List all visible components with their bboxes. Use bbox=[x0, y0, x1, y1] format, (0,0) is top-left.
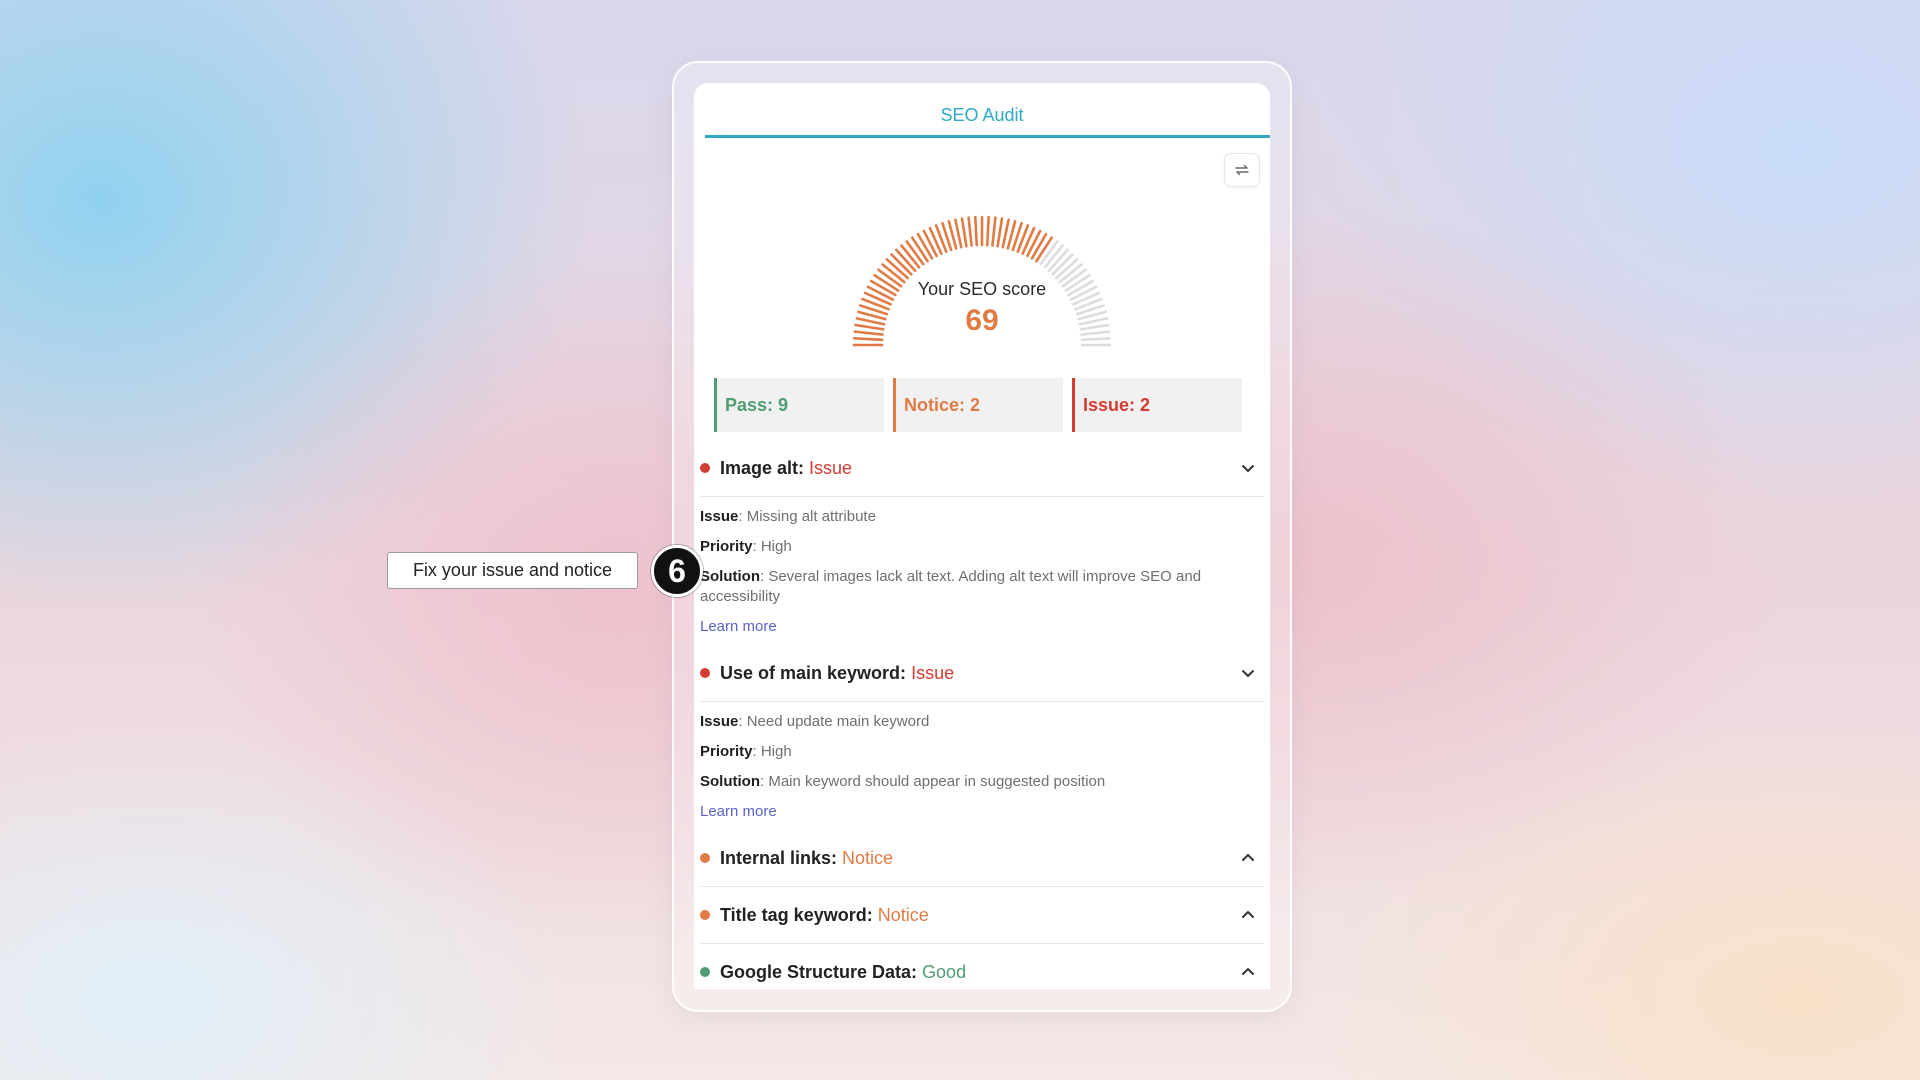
audit-status: Notice bbox=[877, 904, 929, 925]
chevron-up-icon[interactable] bbox=[1240, 907, 1256, 923]
status-dot-notice bbox=[700, 853, 710, 863]
audit-item-title-tag-keyword: Title tag keyword: Notice bbox=[700, 887, 1264, 944]
tab-label: SEO Audit bbox=[940, 105, 1024, 125]
step-number-badge: 6 bbox=[651, 545, 703, 597]
audit-item-main-keyword: Use of main keyword: Issue Issue: Need u… bbox=[700, 645, 1264, 830]
audit-header-main-keyword[interactable]: Use of main keyword: Issue bbox=[700, 645, 1264, 702]
audit-header-internal-links[interactable]: Internal links: Notice bbox=[700, 830, 1264, 887]
gauge-tick-filled bbox=[960, 217, 968, 248]
solution-value: : Several images lack alt text. Adding a… bbox=[700, 568, 1202, 605]
priority-value: : High bbox=[752, 743, 792, 760]
audit-title: Google Structure Data: bbox=[720, 961, 918, 982]
issue-label: Issue bbox=[700, 713, 739, 730]
audit-item-image-alt: Image alt: Issue Issue: Missing alt attr… bbox=[700, 440, 1264, 645]
audit-list: Image alt: Issue Issue: Missing alt attr… bbox=[700, 440, 1264, 989]
gauge-tick-filled bbox=[852, 337, 884, 342]
audit-header-google-structure-data[interactable]: Google Structure Data: Good bbox=[700, 944, 1264, 989]
stats-summary: Pass: 9 Notice: 2 Issue: 2 bbox=[714, 378, 1244, 432]
chevron-up-icon[interactable] bbox=[1240, 850, 1256, 866]
chevron-down-icon[interactable] bbox=[1240, 460, 1256, 476]
gauge-tick-filled bbox=[996, 217, 1004, 248]
status-dot-notice bbox=[700, 910, 710, 920]
audit-status: Issue bbox=[809, 457, 853, 478]
status-dot-issue bbox=[700, 463, 710, 473]
audit-status: Good bbox=[922, 961, 967, 982]
gauge-tick-filled bbox=[954, 218, 963, 249]
chevron-down-icon[interactable] bbox=[1240, 665, 1256, 681]
notice-count[interactable]: Notice: 2 bbox=[893, 378, 1063, 432]
audit-item-internal-links: Internal links: Notice bbox=[700, 830, 1264, 887]
gauge-tick-filled bbox=[1026, 229, 1042, 258]
audit-title: Title tag keyword: bbox=[720, 904, 873, 925]
chevron-up-icon[interactable] bbox=[1240, 964, 1256, 980]
tab-seo-audit[interactable]: SEO Audit bbox=[694, 83, 1270, 138]
refresh-button[interactable] bbox=[1224, 153, 1260, 187]
refresh-icon bbox=[1235, 164, 1249, 176]
priority-label: Priority bbox=[700, 743, 753, 760]
gauge-tick-filled bbox=[922, 229, 938, 258]
gauge-tick-filled bbox=[985, 215, 990, 247]
gauge-tick-filled bbox=[1001, 218, 1010, 249]
solution-label: Solution bbox=[700, 568, 760, 585]
callout-tooltip: Fix your issue and notice bbox=[387, 552, 638, 589]
gauge-tick-filled bbox=[916, 232, 934, 260]
gauge-tick-filled bbox=[1030, 232, 1048, 260]
seo-audit-panel: SEO Audit Your SEO score 69 Pass: 9 Noti… bbox=[694, 83, 1270, 989]
gauge-tick-filled bbox=[974, 215, 979, 247]
audit-details-image-alt: Issue: Missing alt attribute Priority: H… bbox=[700, 497, 1264, 645]
gauge-tick-empty bbox=[1080, 337, 1112, 342]
audit-title: Image alt: bbox=[720, 457, 805, 478]
priority-value: : High bbox=[752, 538, 792, 555]
issue-value: : Need update main keyword bbox=[738, 713, 930, 730]
solution-label: Solution bbox=[700, 773, 760, 790]
tab-active-indicator bbox=[705, 135, 1270, 138]
audit-header-image-alt[interactable]: Image alt: Issue bbox=[700, 440, 1264, 497]
issue-label: Issue bbox=[700, 508, 739, 525]
audit-details-main-keyword: Issue: Need update main keyword Priority… bbox=[700, 702, 1264, 830]
audit-status: Notice bbox=[842, 847, 894, 868]
issue-count[interactable]: Issue: 2 bbox=[1072, 378, 1242, 432]
learn-more-link[interactable]: Learn more bbox=[700, 802, 777, 822]
audit-header-title-tag-keyword[interactable]: Title tag keyword: Notice bbox=[700, 887, 1264, 944]
audit-item-google-structure-data: Google Structure Data: Good bbox=[700, 944, 1264, 989]
audit-title: Use of main keyword: bbox=[720, 662, 907, 683]
priority-label: Priority bbox=[700, 538, 753, 555]
gauge-tick-filled bbox=[967, 216, 973, 247]
status-dot-issue bbox=[700, 668, 710, 678]
pass-count[interactable]: Pass: 9 bbox=[714, 378, 884, 432]
score-value: 69 bbox=[965, 304, 999, 337]
status-dot-good bbox=[700, 967, 710, 977]
learn-more-link[interactable]: Learn more bbox=[700, 617, 777, 637]
gauge-tick-filled bbox=[991, 216, 997, 247]
solution-value: : Main keyword should appear in suggeste… bbox=[760, 773, 1106, 790]
audit-title: Internal links: bbox=[720, 847, 838, 868]
issue-value: : Missing alt attribute bbox=[738, 508, 876, 525]
score-caption: Your SEO score bbox=[917, 279, 1047, 299]
audit-status: Issue bbox=[911, 662, 955, 683]
